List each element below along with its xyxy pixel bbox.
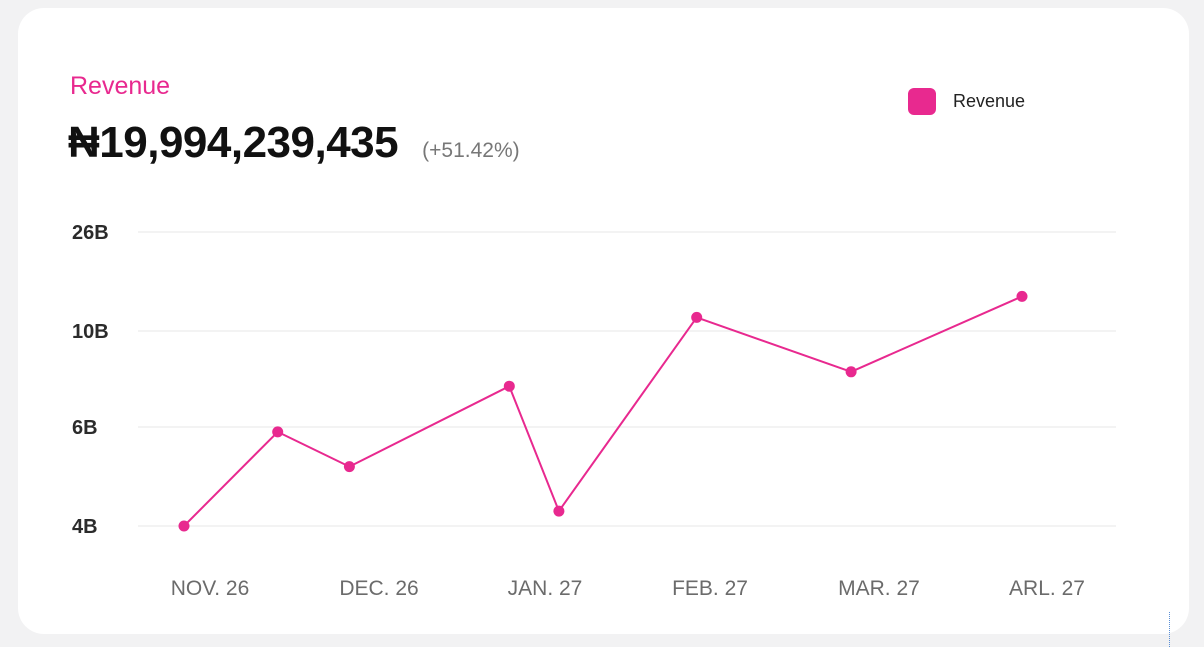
y-tick-label: 10B [72,321,109,343]
x-tick-label: JAN. 27 [508,577,583,600]
data-point[interactable] [178,520,190,532]
data-point[interactable] [691,311,703,323]
x-tick-label: MAR. 27 [838,577,920,600]
dotted-guide-line [1169,612,1170,647]
x-tick-label: ARL. 27 [1009,577,1085,600]
data-point[interactable] [503,380,515,392]
x-tick-label: FEB. 27 [672,577,748,600]
data-point[interactable] [553,505,565,517]
data-point[interactable] [272,426,284,438]
data-point[interactable] [343,461,355,473]
revenue-line-chart: 4B 6B 10B 26B NOV. 26 DEC. 26 JAN. 27 FEB. 27 MA… [72,222,1116,600]
data-point[interactable] [1016,290,1028,302]
y-tick-label: 26B [72,222,109,244]
x-tick-label: NOV. 26 [171,577,250,600]
data-point[interactable] [845,366,857,378]
y-tick-label: 4B [72,516,98,538]
y-tick-label: 6B [72,417,98,439]
x-tick-label: DEC. 26 [339,577,418,600]
